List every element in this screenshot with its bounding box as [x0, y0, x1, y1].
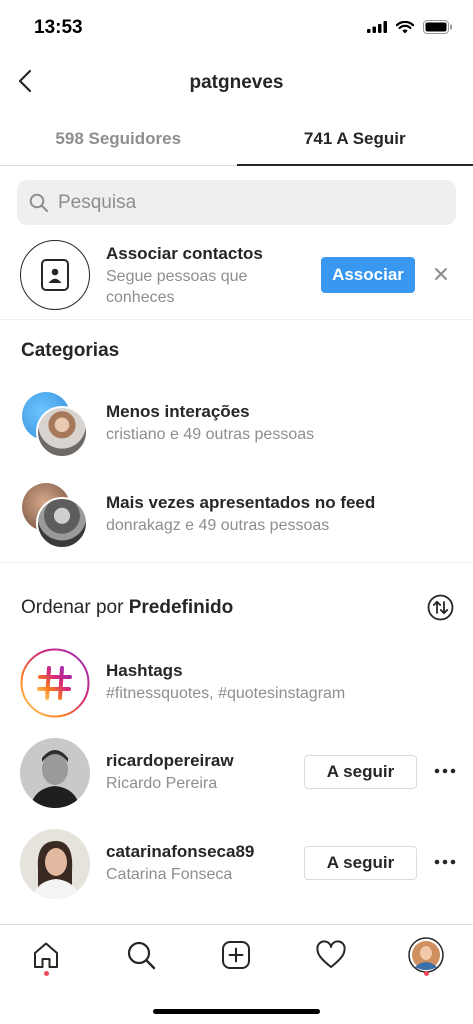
bottom-tab-bar [0, 924, 473, 1024]
connect-contacts-button[interactable]: Associar [321, 257, 415, 293]
home-notification-dot [44, 971, 49, 976]
home-icon [34, 942, 58, 968]
sort-label: Ordenar por Predefinido [21, 597, 233, 619]
sort-value: Predefinido [128, 597, 234, 618]
more-dots-icon[interactable] [433, 764, 457, 778]
avatar [36, 406, 88, 458]
category-most-shown-in-feed[interactable]: Mais vezes apresentados no feed donrakag… [0, 483, 473, 561]
sort-prefix: Ordenar por [21, 597, 124, 618]
sort-arrows-icon[interactable] [427, 594, 454, 621]
following-button[interactable]: A seguir [304, 846, 417, 880]
list-item-name: ricardopereiraw [106, 751, 234, 770]
plus-square-icon [222, 941, 250, 969]
tab-home[interactable] [28, 937, 64, 973]
wifi-icon [396, 20, 414, 33]
list-item-user[interactable]: ricardopereiraw Ricardo Pereira A seguir [0, 738, 473, 818]
status-time: 13:53 [34, 17, 83, 38]
list-item-subtitle: #fitnessquotes, #quotesinstagram [106, 685, 346, 702]
heart-icon [316, 940, 346, 968]
avatar [20, 738, 90, 808]
battery-icon [423, 20, 452, 34]
categories-heading: Categorias [21, 340, 120, 361]
home-indicator [153, 1009, 320, 1014]
tab-profile[interactable] [408, 937, 444, 973]
category-least-interacted[interactable]: Menos interações cristiano e 49 outras p… [0, 392, 473, 470]
close-icon[interactable] [432, 265, 450, 283]
following-button[interactable]: A seguir [304, 755, 417, 789]
list-item-user[interactable]: catarinafonseca89 Catarina Fonseca A seg… [0, 829, 473, 909]
category-title: Mais vezes apresentados no feed [106, 493, 376, 512]
category-subtitle: cristiano e 49 outras pessoas [106, 426, 315, 443]
signal-icon [367, 21, 387, 33]
tab-followers[interactable]: 598 Seguidores [0, 112, 237, 165]
category-avatars [22, 483, 92, 553]
connect-contacts-row: Associar contactos Segue pessoas que con… [0, 238, 473, 320]
contacts-icon-circle [20, 240, 90, 310]
list-item-name: Hashtags [106, 661, 183, 680]
more-dots-icon[interactable] [433, 855, 457, 869]
profile-avatar [408, 937, 444, 973]
list-item-subtitle: Ricardo Pereira [106, 775, 218, 792]
status-bar: 13:53 [0, 0, 473, 56]
search-input[interactable]: Pesquisa [17, 180, 456, 225]
contact-card-icon [41, 259, 69, 291]
divider [0, 562, 473, 563]
contacts-subtitle: Segue pessoas que conheces [106, 268, 248, 306]
list-item-hashtags[interactable]: Hashtags #fitnessquotes, #quotesinstagra… [0, 648, 473, 728]
profile-notification-dot [424, 971, 429, 976]
sort-row: Ordenar por Predefinido [0, 585, 473, 629]
list-item-subtitle: Catarina Fonseca [106, 866, 233, 883]
contacts-title: Associar contactos [106, 244, 263, 263]
category-avatars [22, 392, 92, 462]
page-title: patgneves [189, 72, 284, 93]
category-subtitle: donrakagz e 49 outras pessoas [106, 517, 330, 534]
follow-tabs: 598 Seguidores 741 A Seguir [0, 112, 473, 166]
tab-following[interactable]: 741 A Seguir [236, 112, 473, 166]
status-icons [367, 20, 453, 34]
search-icon [127, 941, 156, 970]
tab-explore[interactable] [123, 937, 159, 973]
hashtag-icon [20, 648, 90, 718]
tab-activity[interactable] [313, 937, 349, 973]
category-title: Menos interações [106, 402, 250, 421]
avatar [36, 497, 88, 549]
tab-new-post[interactable] [218, 937, 254, 973]
search-icon [29, 193, 48, 212]
nav-header: patgneves [0, 56, 473, 112]
avatar [20, 829, 90, 899]
list-item-name: catarinafonseca89 [106, 842, 255, 861]
hashtags-avatar [20, 648, 90, 718]
search-placeholder: Pesquisa [58, 191, 137, 213]
